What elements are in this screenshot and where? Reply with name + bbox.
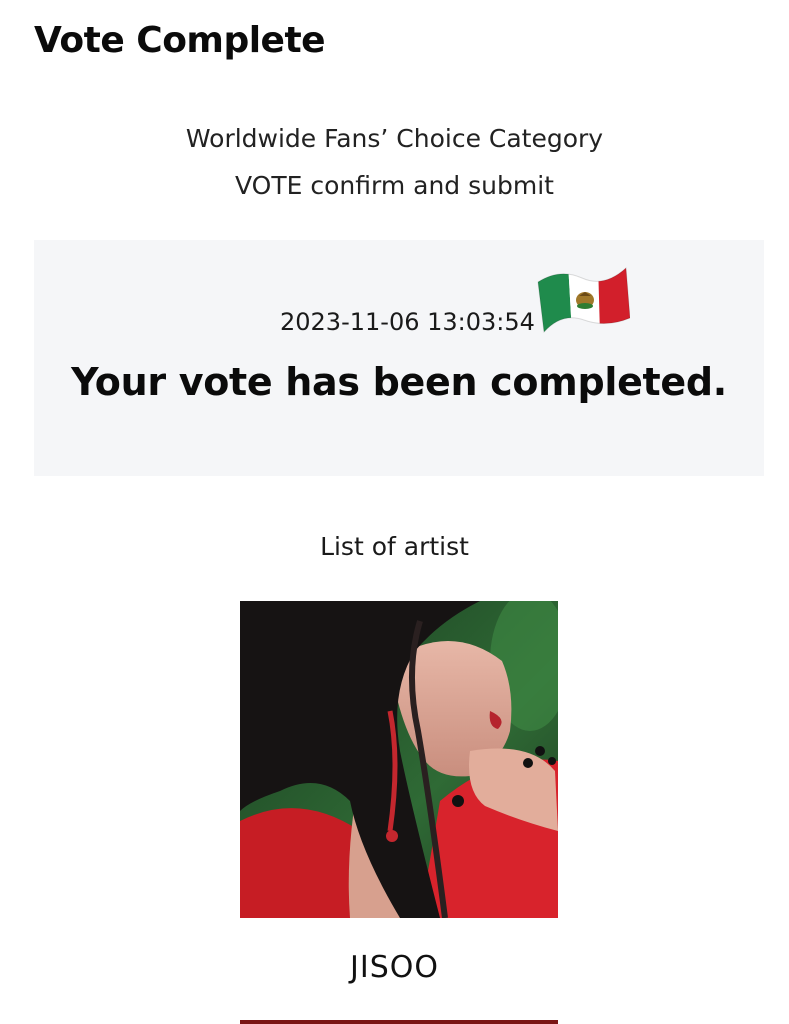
artist-photo [240, 601, 558, 918]
vote-step-label: VOTE confirm and submit [235, 171, 554, 200]
artist-name: JISOO [350, 950, 439, 985]
mexico-flag-icon [537, 266, 630, 334]
artist-portrait-image [240, 601, 558, 918]
category-name: Worldwide Fans’ Choice Category [185, 124, 604, 153]
vote-timestamp: 2023-11-06 13:03:54 [280, 308, 535, 336]
next-artist-photo [240, 1020, 558, 1024]
page-title: Vote Complete [34, 20, 326, 61]
vote-complete-message: Your vote has been completed. [71, 360, 727, 404]
artist-list-heading: List of artist [320, 532, 469, 561]
vote-result-panel: 2023-11-06 13:03:54 Your vote has been c… [34, 240, 764, 476]
